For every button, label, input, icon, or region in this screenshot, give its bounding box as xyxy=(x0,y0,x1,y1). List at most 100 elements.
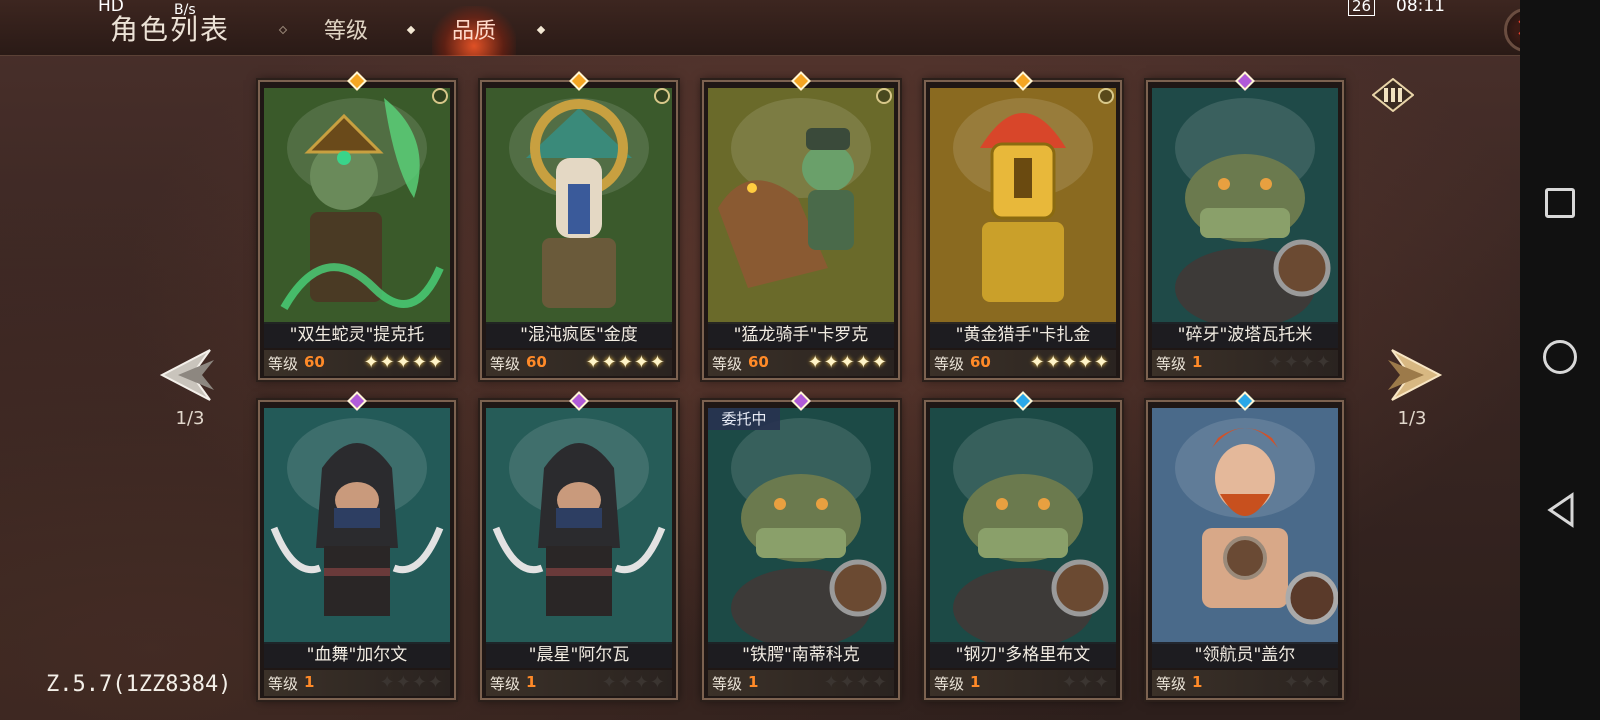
star-rating: ✦✦✦✦ xyxy=(379,672,444,693)
level-label: 等级 xyxy=(712,355,743,373)
page-indicator-right: 1/3 xyxy=(1397,408,1427,429)
masked-shaman-portrait xyxy=(486,88,672,324)
character-card[interactable]: "钢刃"多格里布文 等级 1 ✦✦✦ xyxy=(924,400,1122,700)
page-indicator-left: 1/3 xyxy=(175,408,205,429)
clock: 08:11 xyxy=(1396,0,1445,16)
character-name: "铁腭"南蒂科克 xyxy=(708,642,894,668)
character-name: "碎牙"波塔瓦托米 xyxy=(1152,322,1338,348)
character-art xyxy=(930,408,1116,644)
battery-level: 26 xyxy=(1348,0,1376,16)
level-label: 等级 xyxy=(1156,675,1187,693)
card-footer: 等级 60 ✦✦✦✦✦ xyxy=(264,350,450,376)
character-card[interactable]: "混沌疯医"金度 等级 60 ✦✦✦✦✦ xyxy=(480,80,678,380)
level-value: 60 xyxy=(304,353,325,371)
game-scene: HD B/s 26 08:11 角色列表 等级 品质 ✕ 1/3 xyxy=(0,0,1520,720)
character-name: "晨星"阿尔瓦 xyxy=(486,642,672,668)
level-value: 60 xyxy=(748,353,769,371)
prev-page-button[interactable] xyxy=(158,344,220,406)
arrow-left-icon xyxy=(159,349,214,401)
level-value: 60 xyxy=(970,353,991,371)
character-card[interactable]: "血舞"加尔文等级 1 ✦✦✦✦ xyxy=(258,400,456,700)
tab-quality[interactable]: 品质 xyxy=(424,14,524,50)
card-footer: 等级 1 ✦✦✦ xyxy=(1152,670,1338,696)
level-value: 1 xyxy=(1192,673,1203,691)
star-rating: ✦✦✦✦✦ xyxy=(807,352,888,373)
view-toggle-button[interactable] xyxy=(1371,77,1415,113)
card-footer: 等级 60 ✦✦✦✦✦ xyxy=(486,350,672,376)
character-art xyxy=(708,88,894,324)
card-footer: 等级 60 ✦✦✦✦✦ xyxy=(930,350,1116,376)
card-footer: 等级 1 ✦✦✦✦ xyxy=(264,670,450,696)
tab-divider xyxy=(536,25,546,35)
character-art xyxy=(708,408,894,644)
rank-emblem-icon xyxy=(1098,88,1114,104)
recents-button[interactable] xyxy=(1545,188,1575,218)
level-label: 等级 xyxy=(712,675,743,693)
level-value: 1 xyxy=(526,673,537,691)
character-art xyxy=(1152,88,1338,324)
character-art xyxy=(486,88,672,324)
level-value: 1 xyxy=(1192,353,1203,371)
character-name: "血舞"加尔文 xyxy=(264,642,450,668)
level-value: 1 xyxy=(304,673,315,691)
star-rating: ✦✦✦✦ xyxy=(1267,352,1332,373)
snake-shaman-portrait xyxy=(264,88,450,324)
level-label: 等级 xyxy=(268,355,299,373)
card-footer: 等级 60 ✦✦✦✦✦ xyxy=(708,350,894,376)
rank-emblem-icon xyxy=(654,88,670,104)
top-bar: HD B/s 26 08:11 角色列表 等级 品质 xyxy=(0,0,1520,56)
tab-divider xyxy=(406,25,416,35)
level-value: 60 xyxy=(526,353,547,371)
character-card[interactable]: "领航员"盖尔等级 1 ✦✦✦ xyxy=(1146,400,1344,700)
star-rating: ✦✦✦ xyxy=(1283,672,1332,693)
star-rating: ✦✦✦✦✦ xyxy=(1029,352,1110,373)
version-label: Z.5.7(1ZZ8384) xyxy=(46,672,232,697)
page-title: 角色列表 xyxy=(110,13,231,46)
card-footer: 等级 1 ✦✦✦✦ xyxy=(708,670,894,696)
character-card[interactable]: "黄金猎手"卡扎金等级 60 ✦✦✦✦✦ xyxy=(924,80,1122,380)
level-label: 等级 xyxy=(490,675,521,693)
card-footer: 等级 1 ✦✦✦✦ xyxy=(1152,350,1338,376)
hooded-rogue-portrait xyxy=(486,408,672,644)
arrow-right-icon xyxy=(1388,349,1443,401)
level-label: 等级 xyxy=(934,355,965,373)
character-art xyxy=(930,88,1116,324)
character-art xyxy=(264,408,450,644)
back-button[interactable] xyxy=(1546,492,1576,528)
character-card[interactable]: "碎牙"波塔瓦托米等级 1 ✦✦✦✦ xyxy=(1146,80,1344,380)
character-card[interactable]: "晨星"阿尔瓦 等级 1 ✦✦✦✦ xyxy=(480,400,678,700)
character-name: "猛龙骑手"卡罗克 xyxy=(708,322,894,348)
tab-divider xyxy=(278,25,288,35)
home-button[interactable] xyxy=(1543,340,1577,374)
character-name: "钢刃"多格里布文 xyxy=(930,642,1116,668)
golden-hunter-portrait xyxy=(930,88,1116,324)
character-name: "双生蛇灵"提克托 xyxy=(264,322,450,348)
tab-level[interactable]: 等级 xyxy=(296,14,396,50)
level-value: 1 xyxy=(970,673,981,691)
character-art xyxy=(486,408,672,644)
next-page-button[interactable] xyxy=(1382,344,1444,406)
character-card[interactable]: 委托中 "铁腭"南蒂科克等级 1 ✦✦✦✦ xyxy=(702,400,900,700)
grid-view-icon xyxy=(1371,77,1415,113)
character-name: "黄金猎手"卡扎金 xyxy=(930,322,1116,348)
raptor-rider-portrait xyxy=(708,88,894,324)
character-card[interactable]: "双生蛇灵"提克托 等级 60 ✦✦✦✦✦ xyxy=(258,80,456,380)
card-footer: 等级 1 ✦✦✦✦ xyxy=(486,670,672,696)
back-triangle-icon xyxy=(1547,492,1574,528)
level-label: 等级 xyxy=(934,675,965,693)
status-badge: 委托中 xyxy=(708,408,780,430)
croc-warrior-portrait xyxy=(930,408,1116,644)
card-footer: 等级 1 ✦✦✦ xyxy=(930,670,1116,696)
red-beard-warrior-portrait xyxy=(1152,408,1338,644)
character-art xyxy=(1152,408,1338,644)
star-rating: ✦✦✦✦ xyxy=(823,672,888,693)
level-label: 等级 xyxy=(1156,355,1187,373)
character-art xyxy=(264,88,450,324)
rank-emblem-icon xyxy=(876,88,892,104)
level-label: 等级 xyxy=(490,355,521,373)
character-name: "领航员"盖尔 xyxy=(1152,642,1338,668)
character-card[interactable]: "猛龙骑手"卡罗克等级 60 ✦✦✦✦✦ xyxy=(702,80,900,380)
level-value: 1 xyxy=(748,673,759,691)
croc-warrior-portrait xyxy=(708,408,894,644)
level-label: 等级 xyxy=(268,675,299,693)
